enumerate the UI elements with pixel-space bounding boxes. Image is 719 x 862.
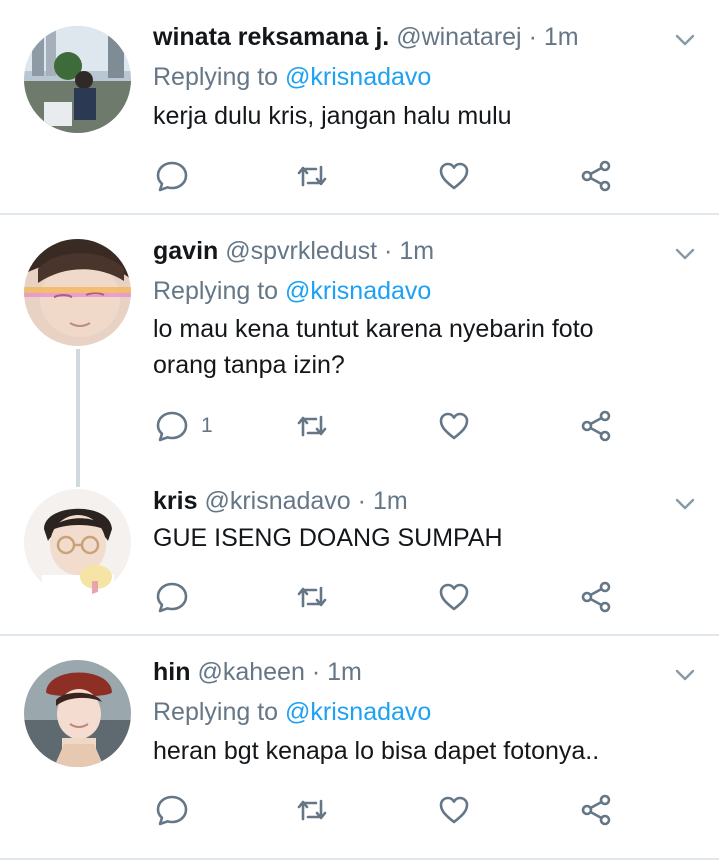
tweet[interactable]: kris @krisnadavo · 1m GUE ISENG DOANG SU… xyxy=(0,465,719,635)
retweet-icon xyxy=(297,165,327,187)
like-button[interactable] xyxy=(437,790,471,830)
tweet-text: lo mau kena tuntut karena nyebarin foto … xyxy=(153,315,594,379)
chevron-down-icon[interactable] xyxy=(673,492,697,516)
reply-button[interactable]: 1 xyxy=(155,406,213,446)
tweet-header: winata reksamana j. @winatarej · 1m xyxy=(153,20,579,54)
divider xyxy=(0,858,719,860)
user-handle[interactable]: @winatarej xyxy=(396,23,521,51)
share-icon xyxy=(581,581,611,613)
avatar[interactable] xyxy=(24,660,131,767)
tweet[interactable]: gavin @spvrkledust · 1m Replying to @kri… xyxy=(0,215,719,487)
reply-button[interactable] xyxy=(155,156,201,196)
mention-link[interactable]: @krisnadavo xyxy=(285,63,431,91)
like-icon xyxy=(439,412,469,440)
user-handle[interactable]: @krisnadavo xyxy=(204,487,350,515)
replying-to: Replying to @krisnadavo xyxy=(153,59,431,95)
timestamp[interactable]: 1m xyxy=(327,658,362,686)
retweet-button[interactable] xyxy=(295,790,329,830)
separator-dot: · xyxy=(528,23,537,51)
like-icon xyxy=(439,796,469,824)
separator-dot: · xyxy=(311,658,321,686)
tweet-text: heran bgt kenapa lo bisa dapet fotonya.. xyxy=(153,737,600,765)
timestamp[interactable]: 1m xyxy=(373,487,408,515)
like-button[interactable] xyxy=(437,577,471,617)
retweet-icon xyxy=(297,415,327,437)
retweet-button[interactable] xyxy=(295,156,329,196)
share-icon xyxy=(581,410,611,442)
tweet-header: kris @krisnadavo · 1m xyxy=(153,484,408,518)
timestamp[interactable]: 1m xyxy=(544,23,579,51)
share-icon xyxy=(581,794,611,826)
tweet-text: GUE ISENG DOANG SUMPAH xyxy=(153,524,503,552)
retweet-icon xyxy=(297,586,327,608)
display-name[interactable]: hin xyxy=(153,658,191,686)
chevron-down-icon[interactable] xyxy=(673,242,697,266)
retweet-button[interactable] xyxy=(295,406,329,446)
display-name[interactable]: gavin xyxy=(153,237,218,265)
share-button[interactable] xyxy=(579,156,613,196)
replying-to-label: Replying to xyxy=(153,63,279,91)
avatar[interactable] xyxy=(24,489,131,596)
replying-to: Replying to @krisnadavo xyxy=(153,273,431,309)
like-icon xyxy=(439,162,469,190)
mention-link[interactable]: @krisnadavo xyxy=(285,698,431,726)
reply-icon xyxy=(156,582,188,613)
tweet[interactable]: hin @kaheen · 1m Replying to @krisnadavo… xyxy=(0,636,719,862)
chevron-down-icon[interactable] xyxy=(673,663,697,687)
reply-count: 1 xyxy=(201,414,213,437)
reply-button[interactable] xyxy=(155,577,201,617)
share-button[interactable] xyxy=(579,790,613,830)
tweet-actions xyxy=(155,577,635,617)
tweet[interactable]: winata reksamana j. @winatarej · 1m Repl… xyxy=(0,0,719,214)
display-name[interactable]: kris xyxy=(153,487,197,515)
separator-dot: · xyxy=(357,487,366,515)
display-name[interactable]: winata reksamana j. xyxy=(153,23,389,51)
replying-to: Replying to @krisnadavo xyxy=(153,694,431,730)
reply-icon xyxy=(156,795,188,826)
share-button[interactable] xyxy=(579,406,613,446)
reply-icon xyxy=(156,411,188,442)
share-icon xyxy=(581,160,611,192)
like-icon xyxy=(439,583,469,611)
share-button[interactable] xyxy=(579,577,613,617)
reply-icon xyxy=(156,161,188,192)
user-handle[interactable]: @spvrkledust xyxy=(225,237,377,265)
tweet-actions: 1 xyxy=(155,406,635,446)
like-button[interactable] xyxy=(437,406,471,446)
avatar[interactable] xyxy=(24,239,131,346)
retweet-icon xyxy=(297,799,327,821)
tweet-text: kerja dulu kris, jangan halu mulu xyxy=(153,102,512,130)
replying-to-label: Replying to xyxy=(153,277,279,305)
reply-button[interactable] xyxy=(155,790,201,830)
like-button[interactable] xyxy=(437,156,471,196)
mention-link[interactable]: @krisnadavo xyxy=(285,277,431,305)
tweet-header: hin @kaheen · 1m xyxy=(153,655,362,689)
separator-dot: · xyxy=(384,237,393,265)
tweet-header: gavin @spvrkledust · 1m xyxy=(153,234,434,268)
replying-to-label: Replying to xyxy=(153,698,279,726)
tweet-actions xyxy=(155,790,635,830)
chevron-down-icon[interactable] xyxy=(673,28,697,52)
retweet-button[interactable] xyxy=(295,577,329,617)
user-handle[interactable]: @kaheen xyxy=(197,658,304,686)
avatar[interactable] xyxy=(24,26,131,133)
timestamp[interactable]: 1m xyxy=(399,237,434,265)
tweet-actions xyxy=(155,156,635,196)
